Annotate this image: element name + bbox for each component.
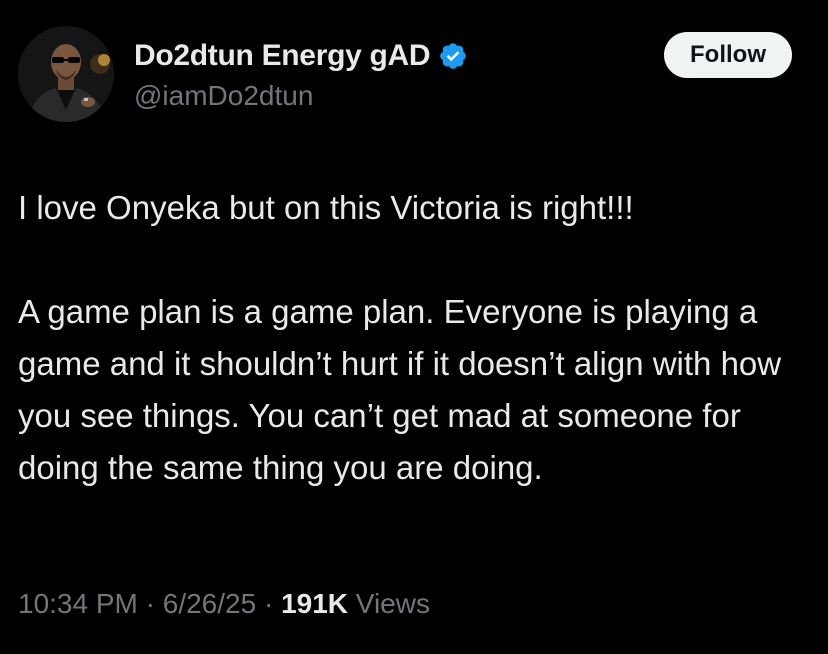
tweet-header: Do2dtun Energy gAD @iamDo2dtun Follow [18, 26, 810, 126]
follow-button[interactable]: Follow [664, 32, 792, 78]
meta-separator: · [256, 588, 282, 619]
avatar[interactable] [18, 26, 114, 122]
name-row: Do2dtun Energy gAD [134, 36, 468, 76]
tweet-text: I love Onyeka but on this Victoria is ri… [18, 189, 782, 486]
verified-badge-icon [438, 41, 468, 71]
author-identity: Do2dtun Energy gAD @iamDo2dtun [134, 36, 468, 112]
tweet-meta: 10:34 PM · 6/26/25 · 191K Views [18, 588, 430, 620]
views-count[interactable]: 191K [281, 588, 348, 619]
tweet-time[interactable]: 10:34 PM [18, 588, 138, 619]
views-label: Views [348, 588, 430, 619]
meta-separator: · [137, 588, 163, 619]
display-name[interactable]: Do2dtun Energy gAD [134, 39, 431, 73]
tweet-date[interactable]: 6/26/25 [163, 588, 256, 619]
handle[interactable]: @iamDo2dtun [134, 80, 468, 112]
profile-photo-icon [18, 26, 114, 122]
